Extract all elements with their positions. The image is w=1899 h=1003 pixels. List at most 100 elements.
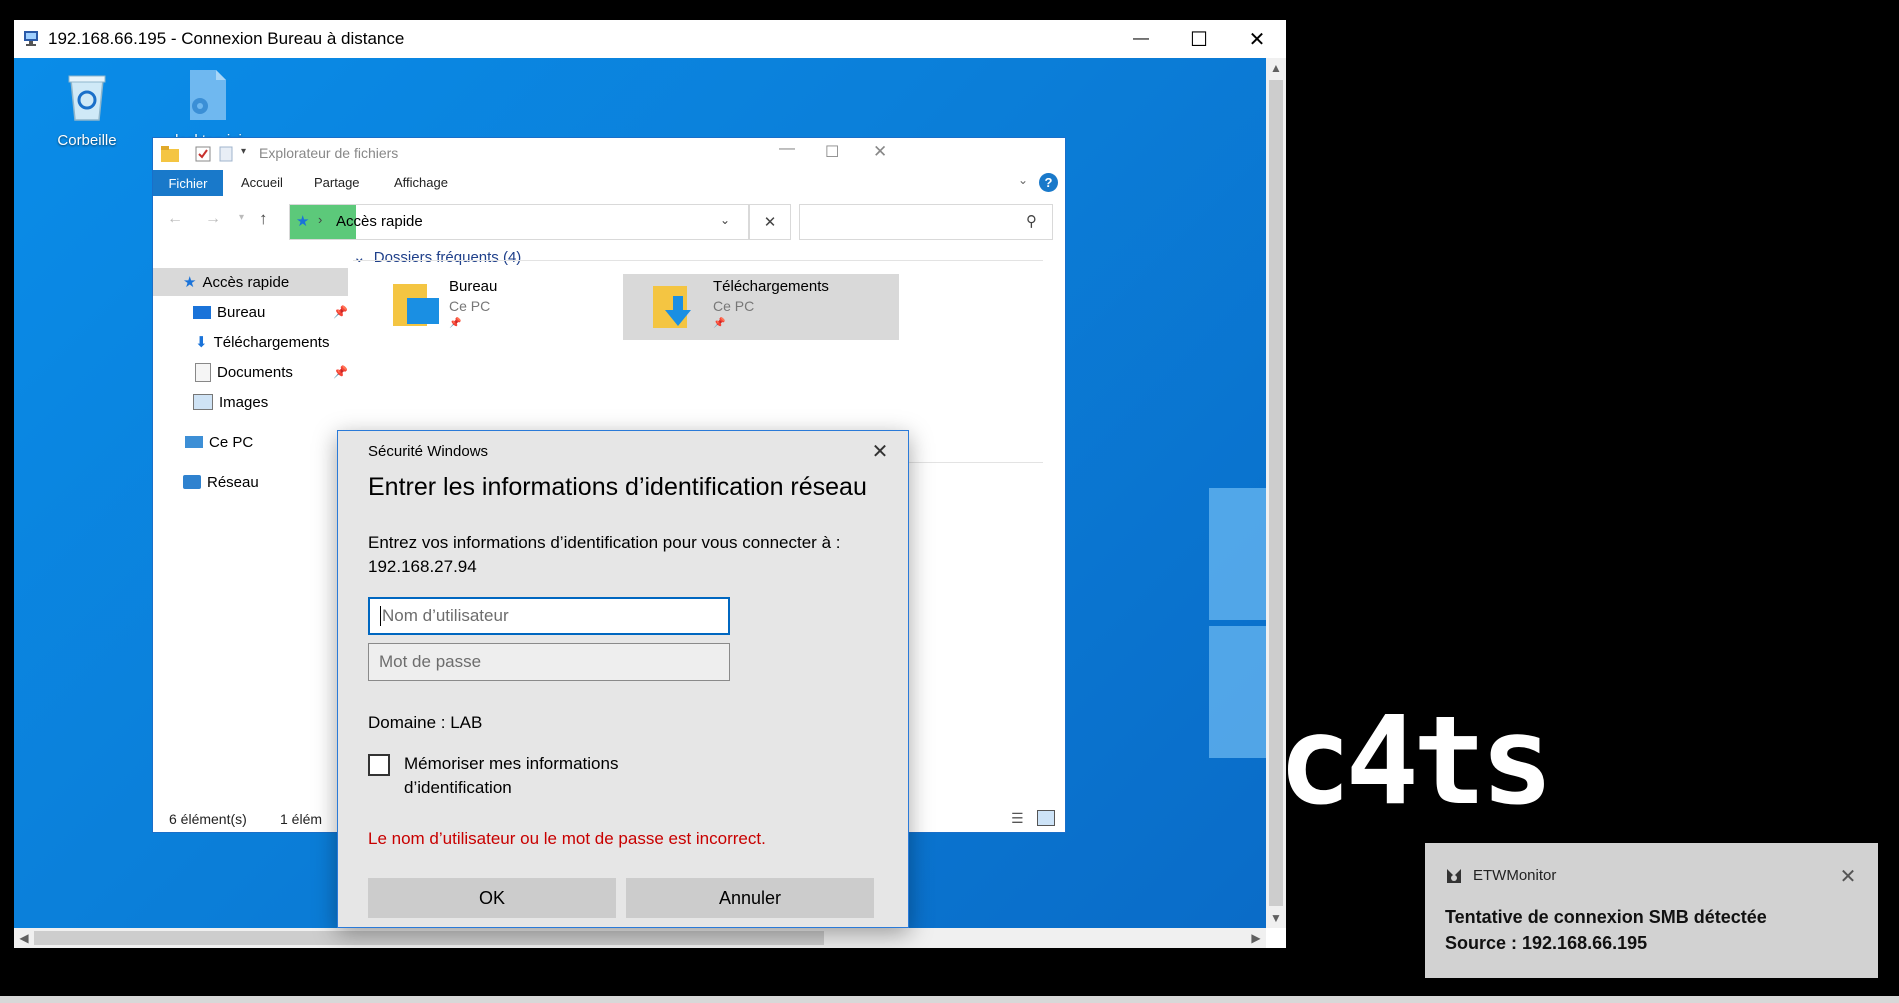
scroll-up-icon[interactable]: ▲ <box>1266 58 1286 78</box>
desktop-icon-recycle-bin[interactable]: Corbeille <box>37 68 137 149</box>
horizontal-scroll-thumb[interactable] <box>34 931 824 945</box>
computer-icon <box>185 436 203 448</box>
explorer-titlebar[interactable]: ▾ Explorateur de fichiers — ☐ ✕ <box>153 138 1065 170</box>
nav-item-bureau[interactable]: Bureau 📌 <box>153 298 348 326</box>
windows-logo-panel <box>1209 488 1266 620</box>
up-arrow-icon[interactable]: ↑ <box>259 209 268 229</box>
explorer-minimize-button[interactable]: — <box>779 140 795 158</box>
section-divider <box>353 260 1043 261</box>
scroll-left-icon[interactable]: ◀ <box>14 928 34 948</box>
pin-icon[interactable]: 📌 <box>333 365 348 379</box>
nav-item-documents[interactable]: Documents 📌 <box>153 358 348 386</box>
pin-icon[interactable]: 📌 <box>333 305 348 319</box>
folder-name: Bureau <box>449 278 498 295</box>
remember-label[interactable]: Mémoriser mes informations d’identificat… <box>404 752 684 800</box>
maximize-button[interactable]: ☐ <box>1170 20 1228 58</box>
cancel-button[interactable]: Annuler <box>626 878 874 918</box>
recent-locations-icon[interactable]: ▾ <box>239 212 244 223</box>
star-icon: ★ <box>296 213 310 230</box>
username-input[interactable]: Nom d’utilisateur <box>368 597 730 635</box>
prompt-text: Entrez vos informations d’identification… <box>368 533 841 552</box>
error-message: Le nom d’utilisateur ou le mot de passe … <box>368 829 766 848</box>
credential-dialog: Sécurité Windows ✕ Entrer les informatio… <box>337 430 909 928</box>
tab-affichage[interactable]: Affichage <box>394 175 448 190</box>
breadcrumb-separator-icon: › <box>318 212 323 227</box>
desktop-folder-icon <box>393 284 439 326</box>
new-folder-icon[interactable] <box>219 146 233 162</box>
minimize-button[interactable]: — <box>1112 20 1170 58</box>
picture-icon <box>193 394 213 410</box>
large-icons-view-icon[interactable] <box>1037 810 1055 826</box>
tab-fichier[interactable]: Fichier <box>153 170 223 196</box>
pin-icon: 📌 <box>713 318 726 329</box>
help-icon[interactable]: ? <box>1039 173 1058 192</box>
nav-item-quick-access[interactable]: ★ Accès rapide <box>153 268 348 296</box>
search-icon: ⚲ <box>1026 213 1037 230</box>
properties-icon[interactable] <box>195 146 211 162</box>
rdp-window-title: 192.168.66.195 - Connexion Bureau à dist… <box>48 29 405 48</box>
settings-file-icon <box>190 70 226 120</box>
details-view-icon[interactable]: ☰ <box>1011 810 1024 827</box>
nav-item-images[interactable]: Images <box>153 388 348 416</box>
status-selected: 1 élém <box>280 811 323 827</box>
dialog-close-button[interactable]: ✕ <box>866 437 894 465</box>
remember-label-line: d’identification <box>404 778 512 797</box>
network-icon <box>183 475 201 489</box>
explorer-maximize-button[interactable]: ☐ <box>825 142 839 162</box>
explorer-title: Explorateur de fichiers <box>259 145 399 161</box>
rdp-titlebar[interactable]: 192.168.66.195 - Connexion Bureau à dist… <box>14 20 1286 58</box>
section-header-frequent[interactable]: ⌄ Dossiers fréquents (4) <box>353 248 521 266</box>
star-icon: ★ <box>183 274 197 291</box>
pin-icon: 📌 <box>449 318 462 329</box>
dialog-prompt: Entrez vos informations d’identification… <box>368 531 888 579</box>
folder-tile-bureau[interactable]: Bureau Ce PC 📌 <box>363 274 593 338</box>
text-cursor <box>380 606 381 626</box>
toast-message-source: Source : 192.168.66.195 <box>1445 933 1648 953</box>
remember-checkbox[interactable] <box>368 754 390 776</box>
download-arrow-icon: ⬇ <box>195 334 208 351</box>
tab-partage[interactable]: Partage <box>314 175 360 190</box>
scroll-down-icon[interactable]: ▼ <box>1266 908 1286 928</box>
nav-item-telechargements[interactable]: ⬇ Téléchargements <box>153 328 348 356</box>
desktop-icon <box>193 305 211 319</box>
domain-label: Domaine : LAB <box>368 713 483 732</box>
recycle-bin-icon <box>68 75 106 121</box>
chevron-down-icon: ⌄ <box>353 249 366 266</box>
bottom-strip <box>0 996 1899 1003</box>
remote-desktop-icon <box>24 31 38 46</box>
clear-address-button[interactable]: ✕ <box>749 204 791 240</box>
downloads-folder-icon <box>653 286 691 328</box>
folder-tile-telechargements[interactable]: Téléchargements Ce PC 📌 <box>623 274 899 340</box>
ok-button[interactable]: OK <box>368 878 616 918</box>
document-icon <box>195 362 211 382</box>
nav-item-ce-pc[interactable]: Ce PC <box>153 428 348 456</box>
username-placeholder: Nom d’utilisateur <box>382 606 509 625</box>
ribbon-tabs: Fichier Accueil Partage Affichage ⌄ ? <box>153 170 1065 196</box>
desktop-icon-label: Corbeille <box>57 132 117 149</box>
password-input[interactable]: Mot de passe <box>368 643 730 681</box>
dialog-heading: Entrer les informations d’identification… <box>368 473 867 501</box>
address-bar[interactable]: ★ › Accès rapide ⌄ <box>289 204 749 240</box>
forward-arrow-icon[interactable]: → <box>205 210 221 228</box>
folder-icon <box>161 146 179 162</box>
back-arrow-icon[interactable]: ← <box>167 210 183 228</box>
scroll-right-icon[interactable]: ▶ <box>1246 928 1266 948</box>
toast-notification[interactable]: ETWMonitor ✕ Tentative de connexion SMB … <box>1425 843 1878 978</box>
toast-close-icon[interactable]: ✕ <box>1833 861 1863 891</box>
folder-name: Téléchargements <box>713 278 829 295</box>
etw-monitor-icon <box>1447 869 1461 883</box>
address-text[interactable]: Accès rapide <box>336 213 423 230</box>
search-input[interactable]: ⚲ <box>799 204 1053 240</box>
status-item-count: 6 élément(s) <box>169 811 247 827</box>
chevron-down-icon[interactable]: ▾ <box>241 146 246 157</box>
toast-app-name: ETWMonitor <box>1473 867 1557 884</box>
ribbon-expand-icon[interactable]: ⌄ <box>1018 173 1028 187</box>
horizontal-scrollbar[interactable]: ◀ ▶ <box>14 928 1266 948</box>
close-button[interactable]: ✕ <box>1228 20 1286 58</box>
tab-accueil[interactable]: Accueil <box>241 175 283 190</box>
address-dropdown-icon[interactable]: ⌄ <box>720 213 730 227</box>
explorer-close-button[interactable]: ✕ <box>873 142 887 162</box>
nav-item-reseau[interactable]: Réseau <box>153 468 348 496</box>
brand-logo-text: c4ts <box>1278 690 1554 832</box>
navigation-pane: ★ Accès rapide Bureau 📌 ⬇ Téléchargement… <box>153 268 348 788</box>
